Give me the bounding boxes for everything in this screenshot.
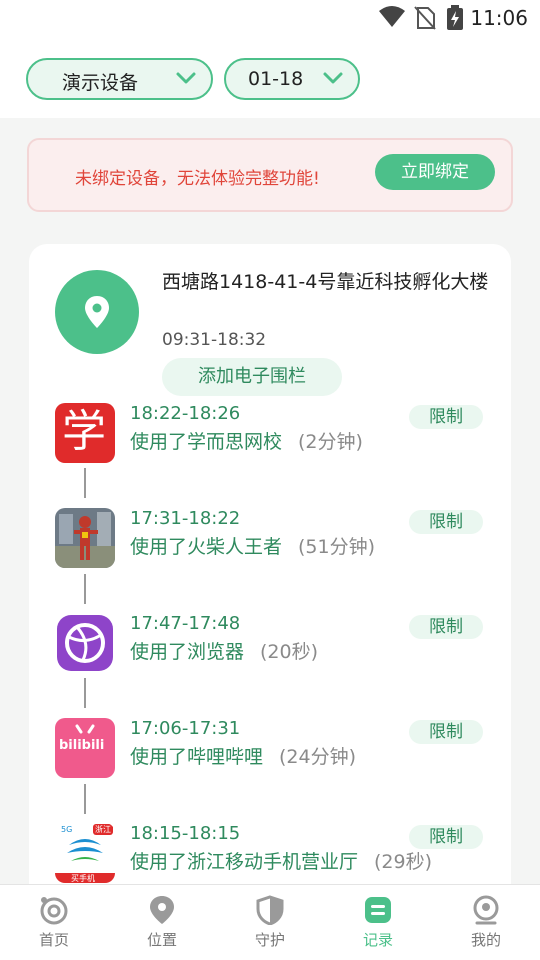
nav-guard[interactable]: 守护 — [230, 895, 310, 950]
record-duration: (29秒) — [374, 851, 433, 873]
limit-button[interactable]: 限制 — [409, 615, 483, 639]
record-app-text: 使用了学而思网校 — [130, 431, 283, 453]
bind-now-button[interactable]: 立即绑定 — [375, 154, 495, 190]
xueersi-app-icon: 学 — [55, 403, 115, 463]
record-usage: 使用了火柴人王者 (51分钟) — [130, 532, 375, 559]
mobile-bottom-text: 买手机 — [71, 874, 95, 883]
status-time: 11:06 — [470, 6, 528, 30]
record-time: 18:22-18:26 — [130, 403, 241, 424]
nav-profile[interactable]: 我的 — [446, 895, 526, 950]
browser-globe-artwork — [57, 615, 113, 671]
record-usage: 使用了学而思网校 (2分钟) — [130, 427, 363, 454]
date-selector-label: 01-18 — [248, 68, 304, 90]
profile-icon — [473, 895, 499, 925]
record-app-text: 使用了哔哩哔哩 — [130, 746, 264, 768]
china-mobile-app-icon: 5G 浙江 买手机 — [55, 823, 115, 883]
record-icon — [365, 897, 391, 923]
usage-record[interactable]: 学 18:22-18:26 使用了学而思网校 (2分钟) 限制 — [55, 403, 495, 493]
record-time: 17:47-17:48 — [130, 613, 241, 634]
chevron-down-icon — [323, 72, 343, 84]
location-time-range: 09:31-18:32 — [162, 330, 267, 350]
usage-record[interactable]: bilibili 17:06-17:31 使用了哔哩哔哩 (24分钟) 限制 — [55, 718, 495, 808]
chevron-down-icon — [176, 72, 196, 84]
bottom-navigation: 首页 位置 守护 记录 我的 — [0, 884, 540, 960]
stickman-game-artwork — [55, 508, 115, 568]
record-usage: 使用了浏览器 (20秒) — [130, 637, 318, 664]
location-pin-icon — [85, 296, 109, 328]
nav-records[interactable]: 记录 — [338, 895, 418, 950]
status-bar: 11:06 — [0, 0, 540, 36]
wifi-icon — [379, 6, 405, 27]
location-pin-badge — [55, 270, 139, 354]
limit-button[interactable]: 限制 — [409, 720, 483, 744]
add-geofence-button[interactable]: 添加电子围栏 — [162, 358, 342, 396]
usage-record[interactable]: 17:31-18:22 使用了火柴人王者 (51分钟) 限制 — [55, 508, 495, 598]
unbound-device-banner: 未绑定设备，无法体验完整功能! 立即绑定 — [27, 138, 513, 212]
shield-icon — [256, 895, 284, 925]
nav-label: 记录 — [362, 931, 393, 949]
limit-button[interactable]: 限制 — [409, 825, 483, 849]
limit-button[interactable]: 限制 — [409, 405, 483, 429]
record-duration: (51分钟) — [298, 536, 376, 558]
nav-label: 我的 — [470, 931, 501, 949]
record-app-text: 使用了浙江移动手机营业厅 — [130, 851, 359, 873]
record-duration: (24分钟) — [279, 746, 357, 768]
location-icon — [150, 896, 174, 924]
device-selector[interactable]: 演示设备 — [26, 58, 213, 100]
record-time: 17:06-17:31 — [130, 718, 241, 739]
home-camera-icon — [40, 897, 68, 925]
mobile-5g-text: 5G — [61, 825, 73, 834]
record-time: 18:15-18:15 — [130, 823, 241, 844]
mobile-badge-text: 浙江 — [93, 824, 113, 835]
nav-label: 首页 — [38, 931, 69, 949]
record-app-text: 使用了火柴人王者 — [130, 536, 283, 558]
xueersi-icon-glyph: 学 — [62, 406, 106, 457]
filter-bar: 演示设备 01-18 — [0, 36, 540, 118]
no-sim-icon — [414, 6, 436, 30]
usage-record[interactable]: 17:47-17:48 使用了浏览器 (20秒) 限制 — [55, 613, 495, 703]
stickman-game-app-icon — [55, 508, 115, 568]
date-selector[interactable]: 01-18 — [224, 58, 360, 100]
record-usage: 使用了哔哩哔哩 (24分钟) — [130, 742, 356, 769]
nav-label: 位置 — [146, 931, 177, 949]
battery-charging-icon — [447, 5, 463, 30]
record-usage: 使用了浙江移动手机营业厅 (29秒) — [130, 847, 432, 874]
bilibili-app-icon: bilibili — [55, 718, 115, 778]
device-selector-label: 演示设备 — [62, 72, 139, 94]
record-duration: (20秒) — [260, 641, 319, 663]
record-app-text: 使用了浏览器 — [130, 641, 245, 663]
record-time: 17:31-18:22 — [130, 508, 241, 529]
nav-location[interactable]: 位置 — [122, 895, 202, 950]
nav-label: 守护 — [254, 931, 285, 949]
nav-home[interactable]: 首页 — [14, 895, 94, 950]
bilibili-icon-text: bilibili — [59, 738, 105, 753]
banner-message: 未绑定设备，无法体验完整功能! — [75, 169, 320, 189]
limit-button[interactable]: 限制 — [409, 510, 483, 534]
record-duration: (2分钟) — [298, 431, 363, 453]
browser-app-icon — [55, 613, 115, 673]
location-address: 西塘路1418-41-4号靠近科技孵化大楼 — [162, 271, 489, 293]
